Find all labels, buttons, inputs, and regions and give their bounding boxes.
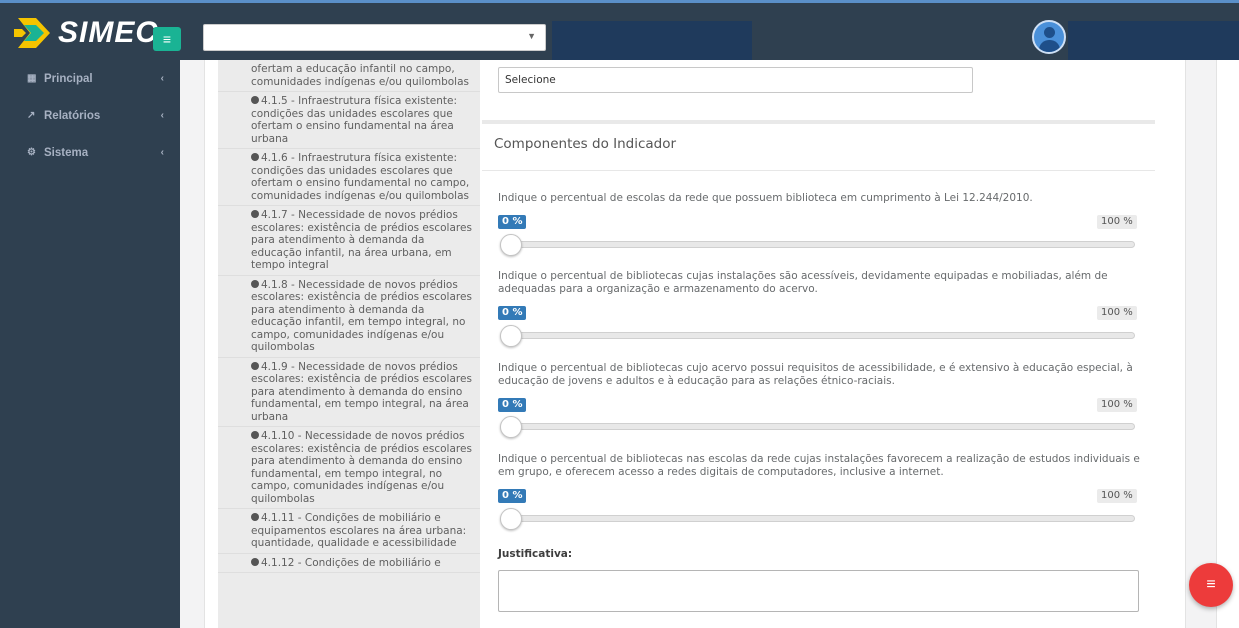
- bullet-icon: [251, 210, 259, 218]
- bullet-icon: [251, 96, 259, 104]
- slider-max-label: 100 %: [1097, 215, 1137, 229]
- user-icon: [1044, 27, 1055, 38]
- bullet-icon: [251, 431, 259, 439]
- slider-handle[interactable]: [500, 325, 522, 347]
- slider-track[interactable]: [508, 332, 1135, 339]
- user-menu-region[interactable]: [1068, 21, 1239, 61]
- top-nav-region: [552, 21, 752, 61]
- list-item[interactable]: 4.1.8 - Necessidade de novos prédios esc…: [218, 276, 480, 358]
- slider-min-label: 0 %: [498, 306, 527, 320]
- sidebar-item-sistema[interactable]: ⚙ Sistema ‹: [0, 134, 180, 171]
- bullet-icon: [251, 361, 259, 370]
- list-item[interactable]: 4.1.7 - Necessidade de novos prédios esc…: [218, 206, 480, 276]
- right-panel-edge: [1216, 60, 1239, 628]
- slider-handle[interactable]: [500, 416, 522, 438]
- list-item[interactable]: 4.1.5 - Infraestrutura física existente:…: [218, 92, 480, 149]
- chevron-left-icon: ‹: [160, 73, 164, 84]
- slider-track[interactable]: [508, 515, 1135, 522]
- slider-min-label: 0 %: [498, 489, 527, 503]
- bullet-icon: [251, 279, 259, 288]
- slider-handle[interactable]: [500, 508, 522, 530]
- bullet-icon: [251, 153, 259, 161]
- section-title-divider: [482, 170, 1155, 171]
- logo-arrow-icon: [14, 16, 54, 50]
- user-avatar[interactable]: [1032, 20, 1066, 54]
- slider-max-label: 100 %: [1097, 398, 1137, 412]
- floating-menu-button[interactable]: ≡: [1189, 563, 1233, 607]
- slider-max-label: 100 %: [1097, 489, 1137, 503]
- question-text: Indique o percentual de bibliotecas nas …: [498, 453, 1140, 478]
- sidebar-item-principal[interactable]: ▦ Principal ‹: [0, 60, 180, 97]
- indicator-select[interactable]: Selecione: [498, 67, 973, 93]
- line-chart-icon: ↗: [27, 110, 36, 121]
- justification-label: Justificativa:: [498, 548, 573, 560]
- list-item[interactable]: 4.1.6 - Infraestrutura física existente:…: [218, 149, 480, 206]
- slider-handle[interactable]: [500, 234, 522, 256]
- bullet-icon: [251, 557, 259, 566]
- slider-track[interactable]: [508, 241, 1135, 248]
- chevron-left-icon: ‹: [160, 110, 164, 121]
- logo-text: SIMEC: [58, 16, 159, 49]
- top-select-dropdown[interactable]: ▼: [203, 24, 546, 51]
- list-item[interactable]: 4.1.10 - Necessidade de novos prédios es…: [218, 427, 480, 509]
- list-item[interactable]: ofertam a educação infantil no campo, co…: [218, 60, 480, 92]
- slider-min-label: 0 %: [498, 398, 527, 412]
- list-item[interactable]: 4.1.9 - Necessidade de novos prédios esc…: [218, 358, 480, 427]
- slider-max-label: 100 %: [1097, 306, 1137, 320]
- sidebar-item-relatorios[interactable]: ↗ Relatórios ‹: [0, 97, 180, 134]
- sidebar: ▦ Principal ‹ ↗ Relatórios ‹ ⚙ Sistema ‹: [0, 60, 180, 628]
- caret-down-icon: ▼: [527, 31, 536, 41]
- simec-logo[interactable]: SIMEC: [14, 13, 158, 53]
- justification-textarea[interactable]: [498, 570, 1139, 612]
- sidebar-item-label: Principal: [44, 72, 93, 85]
- indicator-form: Selecione Componentes do Indicador Indiq…: [482, 60, 1155, 628]
- sidebar-item-label: Sistema: [44, 146, 89, 159]
- chevron-left-icon: ‹: [160, 147, 164, 158]
- list-item[interactable]: 4.1.11 - Condições de mobiliário e equip…: [218, 509, 480, 554]
- list-item[interactable]: 4.1.12 - Condições de mobiliário e: [218, 554, 480, 573]
- menu-toggle-button[interactable]: ≡: [153, 27, 181, 51]
- question-text: Indique o percentual de bibliotecas cuja…: [498, 270, 1108, 295]
- slider-track[interactable]: [508, 423, 1135, 430]
- hamburger-icon: ≡: [162, 31, 172, 47]
- grid-icon: ▦: [27, 73, 37, 84]
- top-navbar: SIMEC ≡ ▼: [0, 0, 1239, 61]
- bullet-icon: [251, 513, 259, 521]
- cogs-icon: ⚙: [27, 147, 36, 158]
- question-text: Indique o percentual de bibliotecas cujo…: [498, 362, 1133, 387]
- indicator-list[interactable]: ofertam a educação infantil no campo, co…: [218, 60, 480, 628]
- question-text: Indique o percentual de escolas da rede …: [498, 192, 1033, 204]
- section-title: Componentes do Indicador: [494, 136, 677, 152]
- section-divider: [482, 120, 1155, 124]
- list-icon: ≡: [1206, 576, 1216, 593]
- sidebar-item-label: Relatórios: [44, 109, 101, 122]
- slider-min-label: 0 %: [498, 215, 527, 229]
